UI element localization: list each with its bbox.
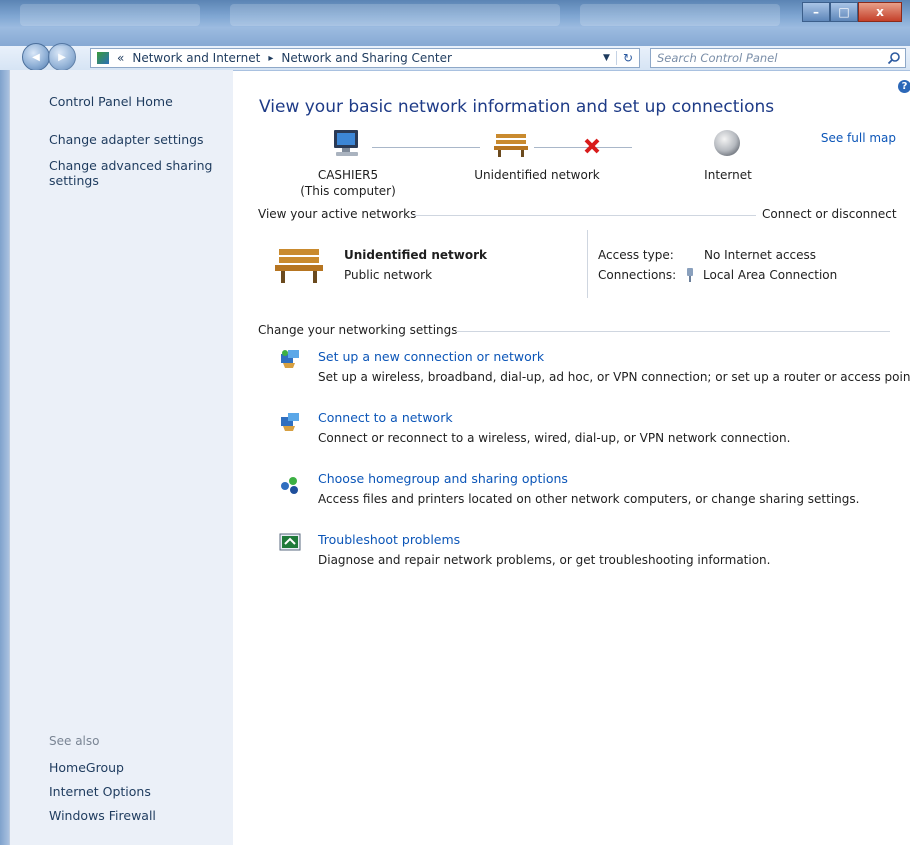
- see-also-internet-options[interactable]: Internet Options: [49, 784, 151, 799]
- breadcrumb-overflow[interactable]: «: [113, 51, 128, 65]
- breadcrumb-separator-icon[interactable]: ▸: [264, 53, 277, 64]
- troubleshoot-icon: [279, 533, 301, 551]
- map-internet-label: Internet: [704, 168, 752, 182]
- bench-icon: [494, 134, 528, 157]
- task-new-connection-link[interactable]: Set up a new connection or network: [318, 349, 544, 364]
- sidebar-control-panel-home[interactable]: Control Panel Home: [49, 94, 173, 109]
- local-area-connection-link[interactable]: Local Area Connection: [703, 268, 837, 282]
- maximize-button[interactable]: □: [830, 2, 858, 22]
- connections-label: Connections:: [598, 268, 677, 282]
- task-connect-network-link[interactable]: Connect to a network: [318, 410, 453, 425]
- homegroup-icon: [281, 477, 298, 494]
- globe-icon: [714, 130, 740, 156]
- new-connection-icon: [281, 350, 299, 368]
- active-networks-heading: View your active networks: [258, 207, 417, 221]
- forward-arrow-icon: ▶: [58, 51, 66, 63]
- sidebar: Control Panel Home Change adapter settin…: [9, 70, 233, 845]
- search-box[interactable]: Search Control Panel: [650, 48, 906, 68]
- back-arrow-icon: ◀: [32, 51, 40, 63]
- section-divider: [456, 331, 890, 332]
- map-computer-name: CASHIER5: [317, 168, 379, 182]
- access-type-value: No Internet access: [704, 248, 817, 262]
- window-left-frame: [0, 70, 9, 845]
- taskbar-ghost: [20, 4, 200, 26]
- task-new-connection-desc: Set up a wireless, broadband, dial-up, a…: [318, 370, 910, 384]
- task-homegroup-link[interactable]: Choose homegroup and sharing options: [318, 471, 568, 486]
- active-network-name: Unidentified network: [344, 248, 487, 262]
- see-also-heading: See also: [49, 734, 100, 748]
- forward-button[interactable]: ▶: [48, 43, 76, 71]
- sidebar-change-adapter-settings[interactable]: Change adapter settings: [49, 132, 204, 147]
- task-homegroup-desc: Access files and printers located on oth…: [318, 492, 860, 506]
- minimize-button[interactable]: –: [802, 2, 830, 22]
- breadcrumb-network-and-internet[interactable]: Network and Internet: [128, 51, 264, 65]
- window-controls: – □ x: [802, 2, 902, 22]
- task-troubleshoot-link[interactable]: Troubleshoot problems: [318, 532, 460, 547]
- page-title: View your basic network information and …: [259, 97, 775, 117]
- networking-settings-heading: Change your networking settings: [258, 323, 458, 337]
- back-button[interactable]: ◀: [22, 43, 50, 71]
- task-troubleshoot-desc: Diagnose and repair network problems, or…: [318, 553, 771, 567]
- connect-or-disconnect-link[interactable]: Connect or disconnect: [762, 207, 897, 221]
- help-icon[interactable]: ?: [898, 80, 910, 93]
- access-type-label: Access type:: [598, 248, 674, 262]
- map-line-computer-network: [372, 147, 480, 148]
- window-title-bar: – □ x: [0, 0, 910, 46]
- task-connect-network-desc: Connect or reconnect to a wireless, wire…: [318, 431, 791, 445]
- map-network-label: Unidentified network: [474, 168, 600, 182]
- close-button[interactable]: x: [858, 2, 902, 22]
- network-bench-icon: [275, 249, 323, 283]
- ethernet-icon: [687, 268, 693, 282]
- taskbar-ghost: [580, 4, 780, 26]
- search-icon[interactable]: [887, 51, 901, 65]
- address-dropdown-icon[interactable]: ▼: [597, 53, 616, 63]
- sidebar-change-advanced-sharing[interactable]: Change advanced sharing settings: [49, 158, 219, 188]
- breadcrumb-network-sharing-center[interactable]: Network and Sharing Center: [277, 51, 456, 65]
- address-field[interactable]: « Network and Internet ▸ Network and Sha…: [90, 48, 640, 68]
- search-input[interactable]: Search Control Panel: [651, 51, 887, 65]
- see-also-windows-firewall[interactable]: Windows Firewall: [49, 808, 156, 823]
- no-connection-x-icon: [584, 138, 600, 154]
- map-computer-sub: (This computer): [300, 184, 396, 198]
- section-divider: [413, 215, 756, 216]
- connect-network-icon: [281, 413, 299, 431]
- see-also-homegroup[interactable]: HomeGroup: [49, 760, 124, 775]
- computer-icon: [334, 130, 358, 156]
- control-panel-icon: [97, 52, 109, 64]
- address-toolbar: ◀ ▶ « Network and Internet ▸ Network and…: [0, 43, 910, 71]
- map-line-network-internet: [534, 147, 632, 148]
- vertical-divider: [587, 230, 588, 298]
- refresh-icon[interactable]: ↻: [615, 51, 639, 65]
- active-network-type[interactable]: Public network: [344, 268, 432, 282]
- taskbar-ghost: [230, 4, 560, 26]
- see-full-map-link[interactable]: See full map: [812, 131, 896, 145]
